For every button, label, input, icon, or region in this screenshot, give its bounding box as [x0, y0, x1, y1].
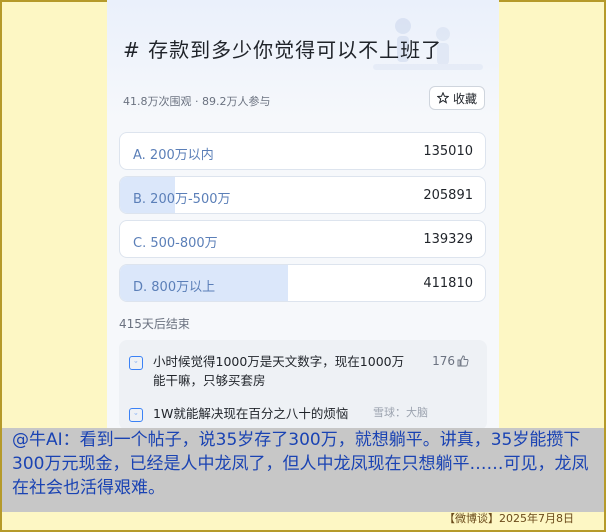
poll-option-d[interactable]: D. 800万以上 411810 — [119, 264, 486, 302]
topic-header: # 存款到多少你觉得可以不上班了 41.8万次围观 · 89.2万人参与 收藏 — [107, 0, 499, 120]
comment-icon: ᵕ — [129, 356, 143, 370]
collect-label: 收藏 — [452, 91, 477, 106]
poll-countdown: 415天后结束 — [119, 317, 190, 331]
thumbs-up-icon — [457, 355, 469, 367]
source-credit: 【微博谈】2025年7月8日 — [444, 512, 574, 525]
poll-option-label: C. 500-800万 — [133, 236, 218, 251]
like-count: 176 — [432, 354, 455, 368]
poll-option-votes: 139329 — [423, 232, 473, 247]
poll-option-a[interactable]: A. 200万以内 135010 — [119, 132, 486, 170]
list-item[interactable]: ᵕ 小时候觉得1000万是天文数字，现在1000万能干嘛，只够买套房 176 — [129, 352, 469, 392]
collect-button[interactable]: 收藏 — [429, 86, 485, 110]
poll-option-c[interactable]: C. 500-800万 139329 — [119, 220, 486, 258]
footer: 【微博谈】2025年7月8日 — [2, 512, 604, 528]
comment-text: 小时候觉得1000万是天文数字，现在1000万能干嘛，只够买套房 — [153, 354, 405, 388]
topic-stats: 41.8万次围观 · 89.2万人参与 — [123, 95, 271, 108]
comment-list: ᵕ 小时候觉得1000万是天文数字，现在1000万能干嘛，只够买套房 176 ᵕ… — [119, 340, 487, 428]
poll-option-votes: 411810 — [423, 276, 473, 291]
topic-title: # 存款到多少你觉得可以不上班了 — [123, 38, 443, 62]
poll-option-votes: 205891 — [423, 188, 473, 203]
like-button[interactable]: 176 — [432, 354, 469, 368]
poll-option-label: A. 200万以内 — [133, 148, 214, 163]
star-icon — [436, 92, 449, 104]
caption-text: @牛AI：看到一个帖子，说35岁存了300万，就想躺平。讲真，35岁能攒下300… — [2, 428, 604, 512]
watermark: 雪球：大脑 — [373, 406, 428, 419]
poll-option-votes: 135010 — [423, 144, 473, 159]
poll-option-label: B. 200万-500万 — [133, 192, 231, 207]
screenshot-panel: # 存款到多少你觉得可以不上班了 41.8万次围观 · 89.2万人参与 收藏 … — [107, 0, 499, 428]
comment-icon: ᵕ — [129, 408, 143, 422]
poll: A. 200万以内 135010 B. 200万-500万 205891 C. … — [119, 132, 487, 308]
poll-option-label: D. 800万以上 — [133, 280, 216, 295]
poll-option-b[interactable]: B. 200万-500万 205891 — [119, 176, 486, 214]
